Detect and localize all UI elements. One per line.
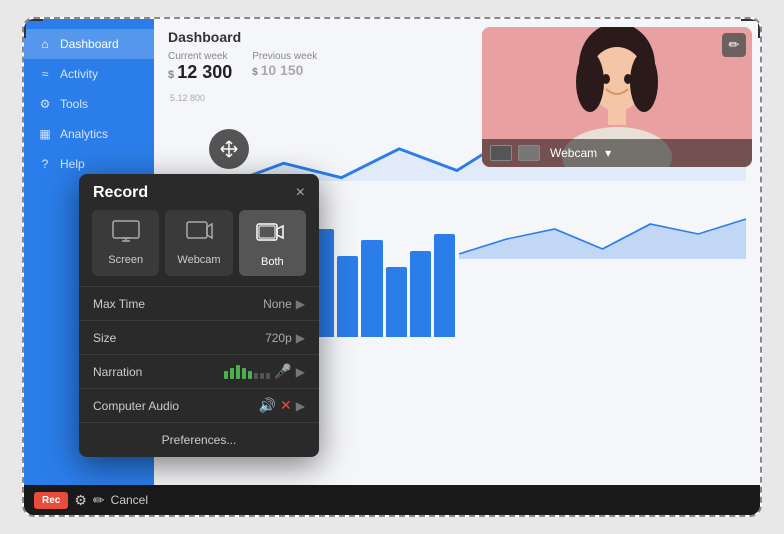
webcam-btn-2[interactable]	[518, 145, 540, 161]
sidebar-item-dashboard[interactable]: ⌂ Dashboard	[24, 29, 154, 59]
corner-tl	[23, 18, 43, 38]
help-icon: ?	[38, 157, 52, 171]
sidebar-label-activity: Activity	[60, 67, 98, 81]
webcam-control-bar: Webcam ▾	[482, 139, 752, 167]
edit-pencil-button[interactable]: ✏	[93, 492, 105, 509]
corner-tr	[741, 18, 761, 38]
activity-icon: ≈	[38, 67, 52, 81]
bottom-toolbar: Rec ⚙ ✏ Cancel	[24, 485, 760, 515]
narration-arrow[interactable]: ▶	[296, 365, 305, 379]
size-label: Size	[93, 331, 265, 345]
tools-icon: ⚙	[38, 97, 52, 111]
chart-value-top: 5.12 800	[170, 93, 205, 103]
modal-title: Record	[93, 184, 148, 202]
sidebar-item-analytics[interactable]: ▦ Analytics	[24, 119, 154, 149]
modal-header: Record ×	[79, 174, 319, 210]
cancel-button[interactable]: Cancel	[111, 493, 148, 507]
area-chart-svg	[459, 199, 746, 259]
bar-8	[337, 256, 358, 337]
pencil-toolbar-icon: ✏	[93, 492, 105, 509]
bar-10	[386, 267, 407, 337]
settings-row-size: Size 720p ▶	[79, 320, 319, 354]
narration-level-bars	[224, 365, 270, 379]
speaker-icon: 🔊	[259, 397, 276, 414]
bar-11	[410, 251, 431, 337]
webcam-dropdown-arrow[interactable]: ▾	[605, 146, 611, 160]
previous-week-label: Previous week	[252, 51, 317, 62]
size-arrow[interactable]: ▶	[296, 331, 305, 345]
pencil-icon: ✏	[729, 37, 740, 53]
level-bar-6	[254, 373, 258, 379]
record-types-row: Screen Webcam	[79, 210, 319, 286]
narration-label: Narration	[93, 365, 224, 379]
main-frame: ⌂ Dashboard ≈ Activity ⚙ Tools ▦ Analyti…	[22, 17, 762, 517]
sidebar-item-activity[interactable]: ≈ Activity	[24, 59, 154, 89]
sidebar-label-tools: Tools	[60, 97, 88, 111]
bar-12	[434, 234, 455, 337]
webcam-type-label: Webcam	[177, 254, 220, 266]
max-time-label: Max Time	[93, 297, 263, 311]
webcam-label: Webcam	[550, 146, 597, 160]
audio-status-icon: 🔊 ✕	[259, 397, 292, 414]
webcam-btn-1[interactable]	[490, 145, 512, 161]
home-icon: ⌂	[38, 37, 52, 51]
analytics-icon: ▦	[38, 127, 52, 141]
current-week-label: Current week	[168, 51, 232, 62]
settings-row-max-time: Max Time None ▶	[79, 286, 319, 320]
level-bar-7	[260, 373, 264, 379]
record-modal: Record × Screen	[79, 174, 319, 457]
narration-mic-icon: 🎤	[274, 363, 291, 380]
both-type-label: Both	[261, 256, 284, 268]
webcam-svg	[185, 220, 213, 242]
screen-svg	[112, 220, 140, 242]
level-bar-5	[248, 371, 252, 379]
both-svg	[256, 220, 288, 244]
size-value: 720p	[265, 331, 292, 345]
current-week-stat: Current week $ 12 300	[168, 51, 232, 83]
level-bar-3	[236, 365, 240, 379]
both-icon	[256, 220, 288, 250]
previous-week-value: $ 10 150	[252, 62, 317, 78]
move-icon[interactable]	[209, 129, 249, 169]
level-bar-4	[242, 368, 246, 379]
bar-9	[361, 240, 382, 337]
settings-row-narration: Narration 🎤 ▶	[79, 354, 319, 388]
previous-week-stat: Previous week $ 10 150	[252, 51, 317, 83]
current-week-value: $ 12 300	[168, 62, 232, 83]
max-time-value: None	[263, 297, 292, 311]
settings-gear-button[interactable]: ⚙	[74, 492, 87, 509]
level-bar-2	[230, 368, 234, 379]
computer-audio-label: Computer Audio	[93, 399, 259, 413]
record-type-screen[interactable]: Screen	[92, 210, 159, 276]
move-arrows-svg	[219, 139, 239, 159]
rec-button[interactable]: Rec	[34, 492, 68, 509]
mute-x-icon: ✕	[280, 397, 292, 414]
record-type-both[interactable]: Both	[239, 210, 306, 276]
area-chart-container	[459, 199, 746, 264]
modal-close-button[interactable]: ×	[296, 185, 305, 201]
sidebar-item-tools[interactable]: ⚙ Tools	[24, 89, 154, 119]
sidebar-label-analytics: Analytics	[60, 127, 108, 141]
webcam-icon	[185, 220, 213, 248]
preferences-button[interactable]: Preferences...	[79, 422, 319, 457]
sidebar-label-help: Help	[60, 157, 85, 171]
max-time-arrow[interactable]: ▶	[296, 297, 305, 311]
sidebar-label-dashboard: Dashboard	[60, 37, 119, 51]
gear-icon: ⚙	[74, 492, 87, 509]
webcam-preview: ✏ Webcam ▾	[482, 27, 752, 167]
screen-icon	[112, 220, 140, 248]
computer-audio-arrow[interactable]: ▶	[296, 399, 305, 413]
settings-row-computer-audio: Computer Audio 🔊 ✕ ▶	[79, 388, 319, 422]
level-bar-8	[266, 373, 270, 379]
level-bar-1	[224, 371, 228, 379]
record-type-webcam[interactable]: Webcam	[165, 210, 232, 276]
screen-type-label: Screen	[108, 254, 143, 266]
